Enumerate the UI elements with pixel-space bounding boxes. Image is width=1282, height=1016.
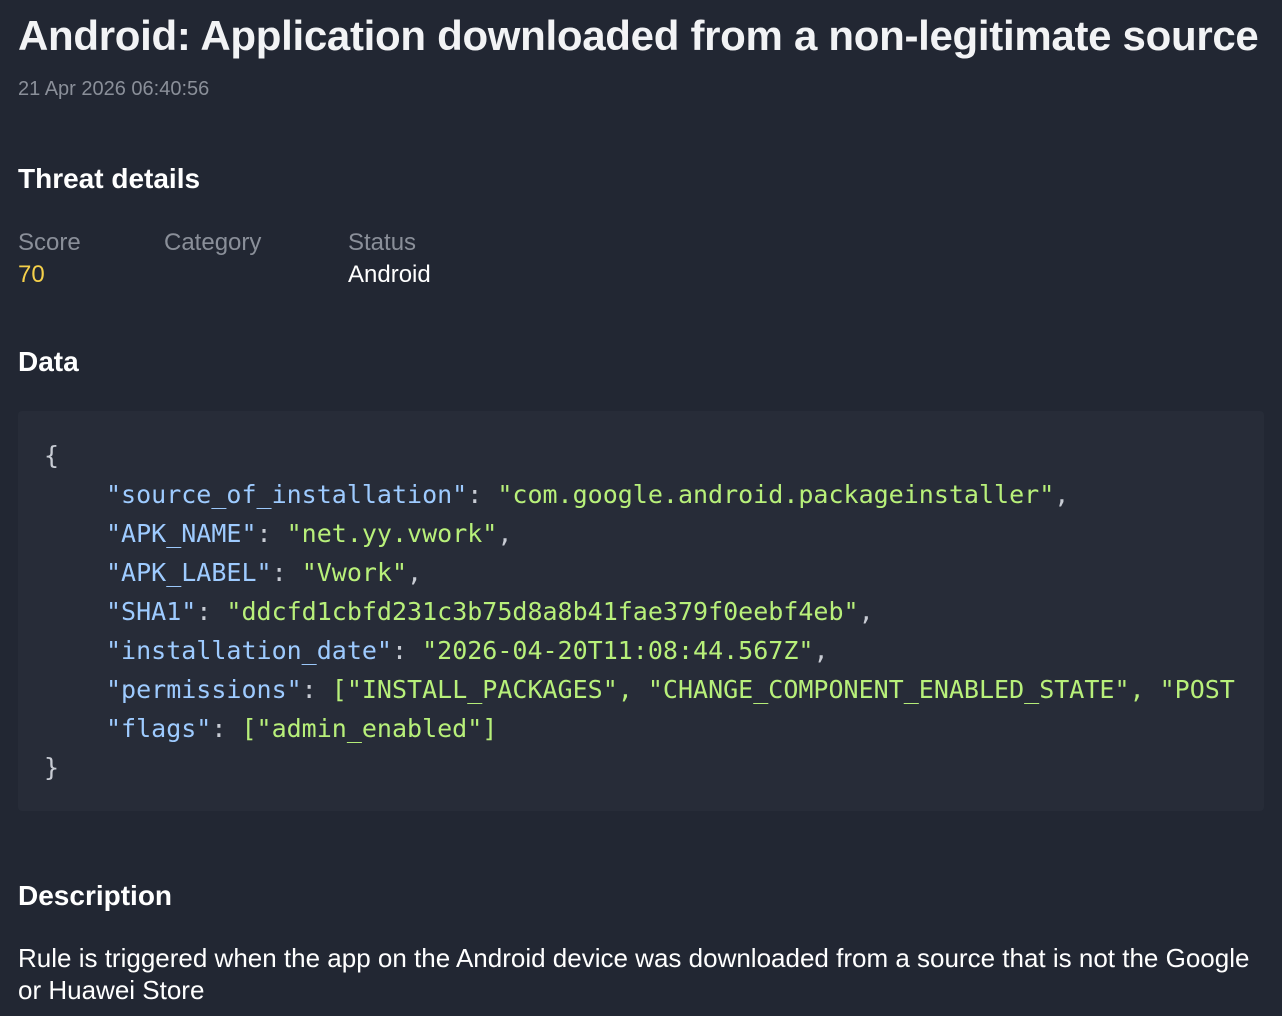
json-value: "ddcfd1cbfd231c3b75d8a8b41fae379f0eebf4e…: [226, 597, 859, 626]
json-value: "com.google.android.packageinstaller": [497, 480, 1055, 509]
json-key: "installation_date": [106, 636, 392, 665]
json-value: ["INSTALL_PACKAGES", "CHANGE_COMPONENT_E…: [331, 675, 1235, 704]
json-line-sha1: "SHA1": "ddcfd1cbfd231c3b75d8a8b41fae379…: [106, 597, 874, 626]
json-key: "source_of_installation": [106, 480, 468, 509]
description-text: Rule is triggered when the app on the An…: [18, 943, 1250, 1005]
score-value: 70: [18, 261, 45, 288]
json-suffix: ,: [858, 597, 874, 626]
alert-title: Android: Application downloaded from a n…: [18, 12, 1259, 59]
json-suffix: ,: [813, 636, 829, 665]
json-line-permissions: "permissions": ["INSTALL_PACKAGES", "CHA…: [106, 675, 1235, 704]
status-value: Android: [348, 261, 431, 288]
close-brace-text: }: [44, 753, 60, 782]
json-code-block[interactable]: { "source_of_installation": "com.google.…: [18, 411, 1264, 811]
json-line-apk-name: "APK_NAME": "net.yy.vwork",: [106, 519, 513, 548]
category-label: Category: [164, 229, 262, 256]
json-value: "net.yy.vwork": [286, 519, 498, 548]
json-close-brace: }: [44, 753, 59, 783]
json-line-installation-date: "installation_date": "2026-04-20T11:08:4…: [106, 636, 829, 665]
json-value: "2026-04-20T11:08:44.567Z": [422, 636, 814, 665]
json-line-source-of-installation: "source_of_installation": "com.google.an…: [106, 480, 1070, 509]
json-key: "flags": [106, 714, 212, 743]
status-label: Status: [348, 229, 417, 256]
json-key: "APK_LABEL": [106, 558, 272, 587]
description-heading: Description: [18, 880, 173, 911]
score-label: Score: [18, 229, 81, 256]
json-key: "SHA1": [106, 597, 197, 626]
json-suffix: ,: [407, 558, 423, 587]
data-heading: Data: [18, 346, 79, 377]
alert-timestamp: 21 Apr 2026 06:40:56: [18, 78, 210, 100]
json-open-brace: {: [44, 441, 59, 471]
json-value: ["admin_enabled"]: [241, 714, 498, 743]
json-line-flags: "flags": ["admin_enabled"]: [106, 714, 498, 743]
open-brace-text: {: [44, 441, 60, 470]
json-line-apk-label: "APK_LABEL": "Vwork",: [106, 558, 423, 587]
json-suffix: ,: [1054, 480, 1070, 509]
json-key: "permissions": [106, 675, 302, 704]
alert-detail-page: Android: Application downloaded from a n…: [0, 0, 1282, 1016]
json-value: "Vwork": [301, 558, 408, 587]
threat-details-heading: Threat details: [18, 163, 201, 194]
json-key: "APK_NAME": [106, 519, 257, 548]
json-suffix: ,: [497, 519, 513, 548]
